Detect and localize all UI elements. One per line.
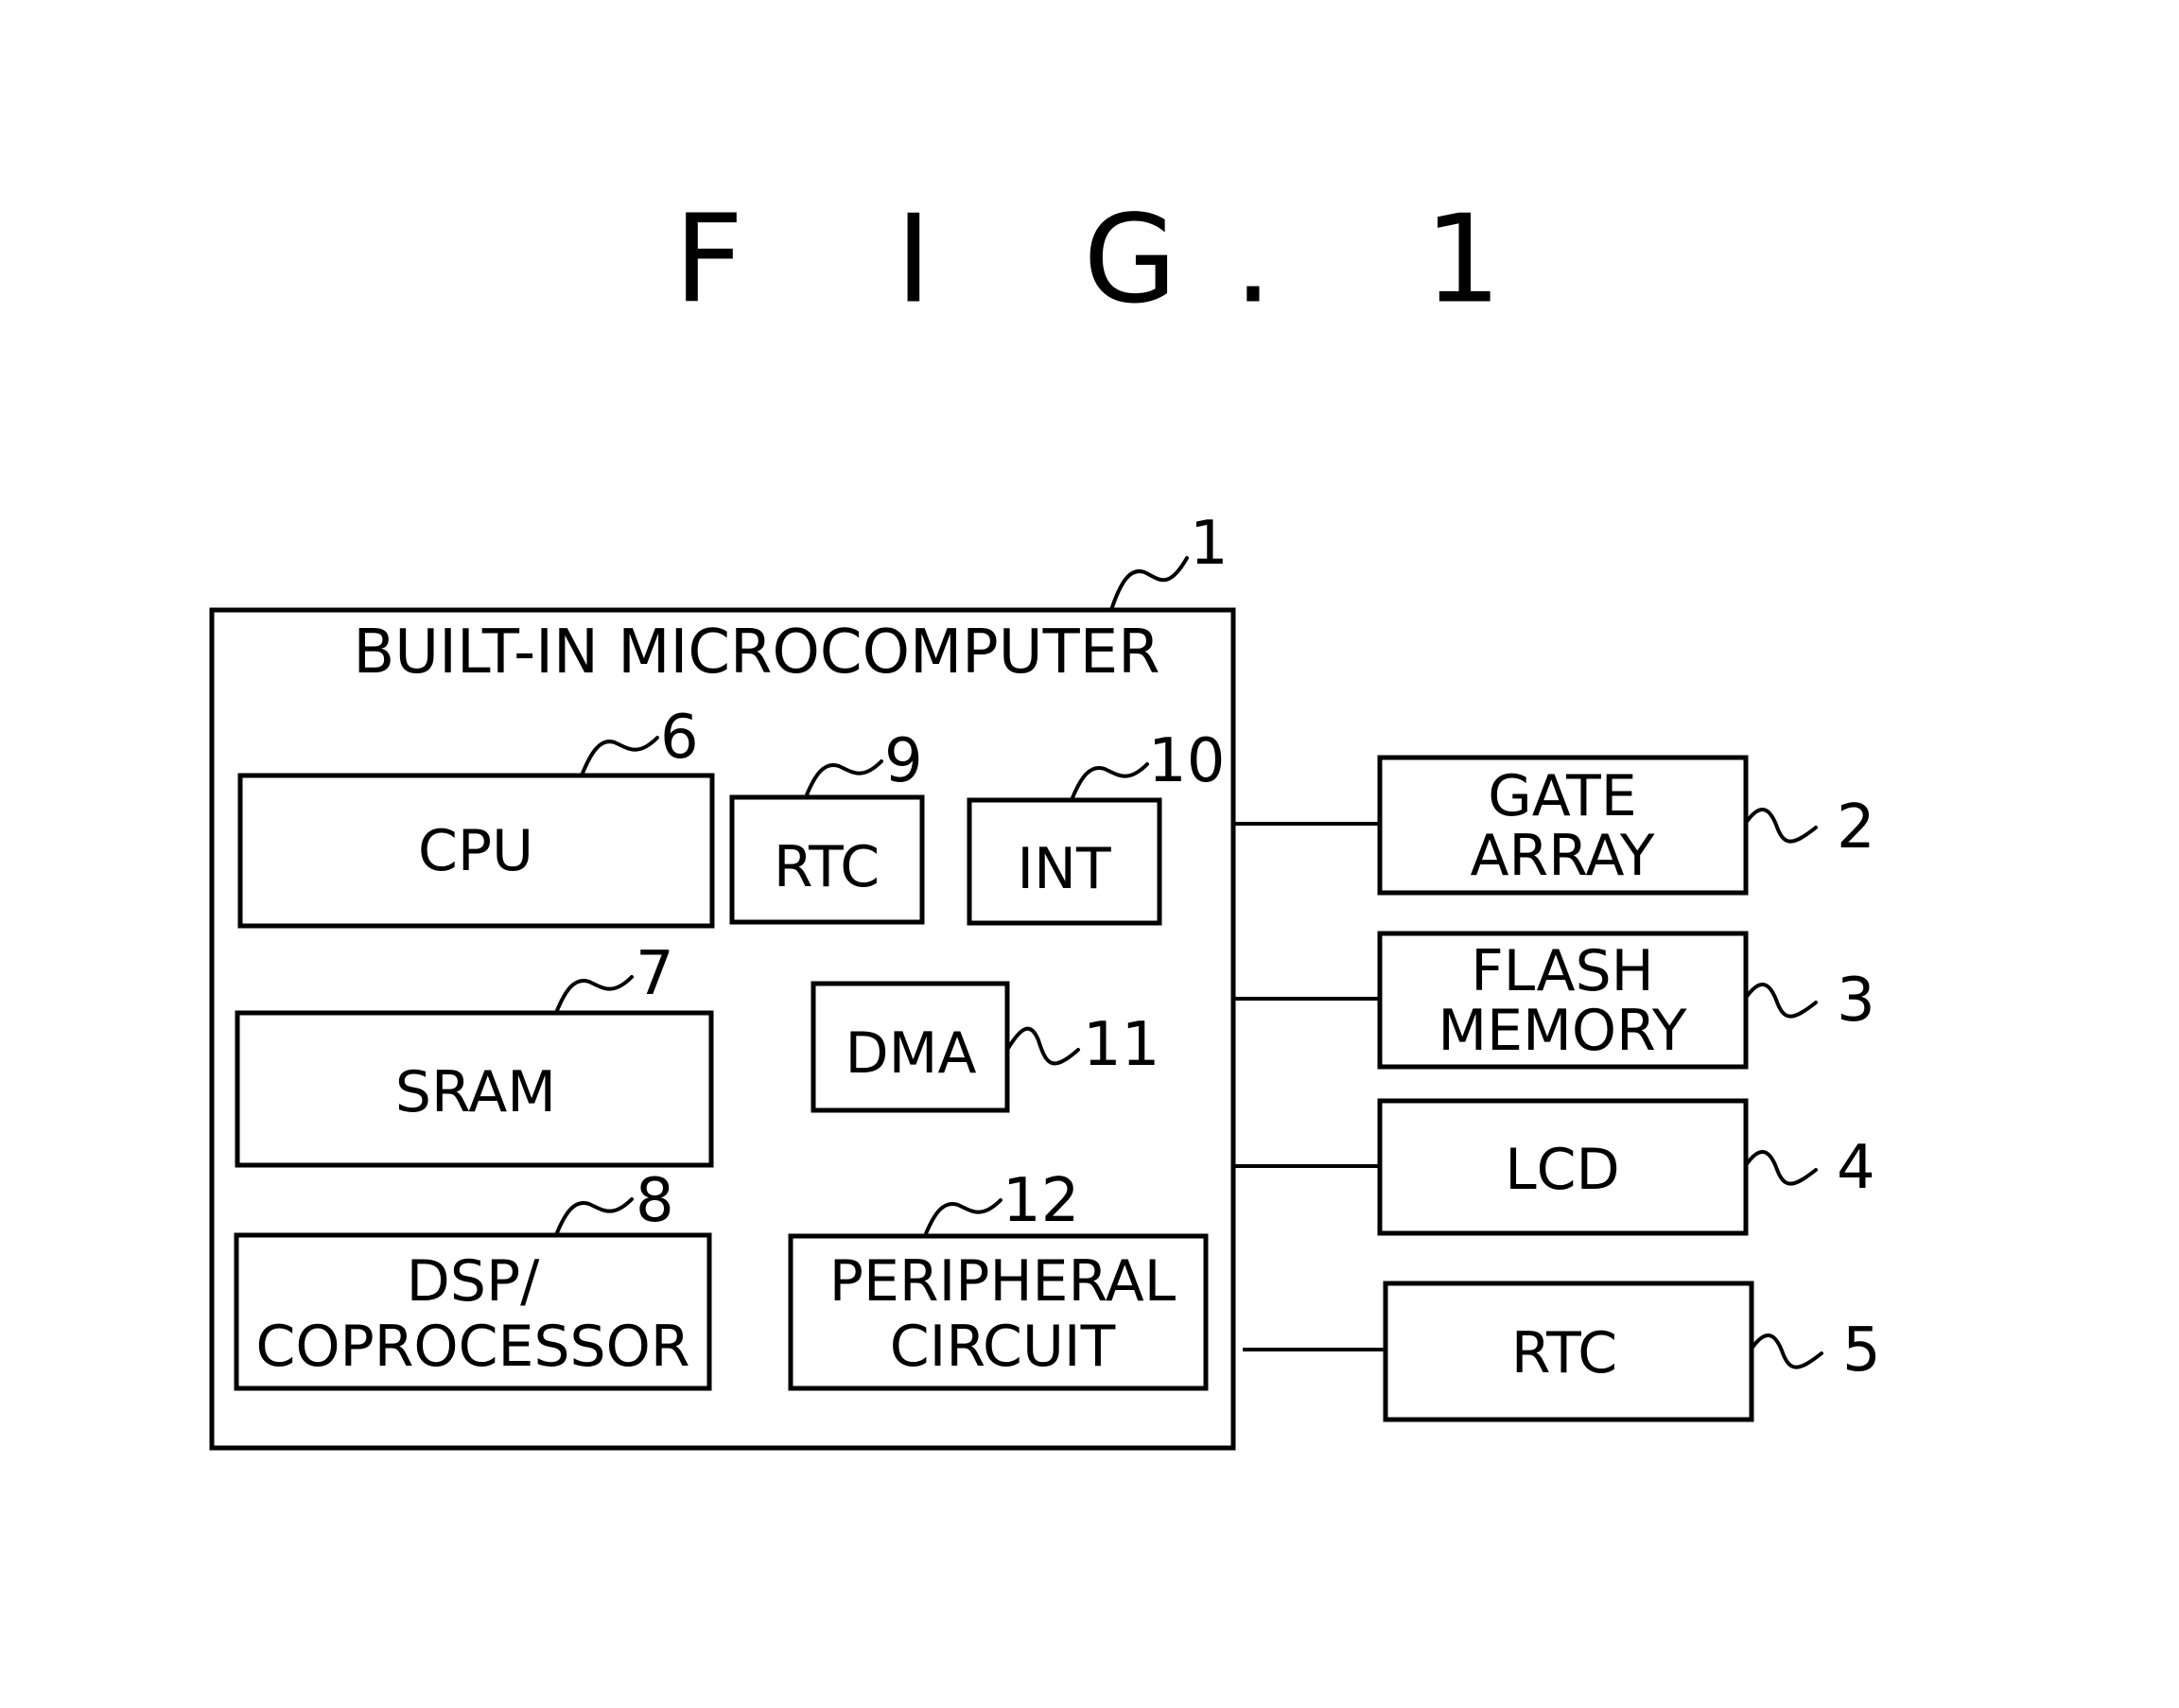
flash-memory-block: FLASH MEMORY 3 bbox=[1377, 931, 1875, 1070]
external-rtc-block: RTC 5 bbox=[1383, 1281, 1881, 1422]
flash-label-line1: FLASH bbox=[1471, 938, 1654, 1004]
external-rtc-label: RTC bbox=[1511, 1320, 1617, 1386]
lcd-label: LCD bbox=[1505, 1137, 1620, 1203]
block-diagram: F I G. 1 BUILT-IN MICROCOMPUTER 1 CPU 6 … bbox=[209, 190, 1881, 1451]
peripheral-label-line2: CIRCUIT bbox=[890, 1314, 1116, 1380]
ref-leader-2 bbox=[1744, 808, 1818, 844]
ref-numeral-12: 12 bbox=[1002, 1166, 1079, 1236]
ref-leader-4 bbox=[1744, 1150, 1818, 1186]
ref-numeral-9: 9 bbox=[884, 726, 923, 796]
ref-numeral-3: 3 bbox=[1837, 966, 1875, 1036]
peripheral-label-line1: PERIPHERAL bbox=[829, 1248, 1177, 1315]
ref-leader-5 bbox=[1750, 1333, 1823, 1369]
ref-numeral-4: 4 bbox=[1837, 1133, 1875, 1203]
lcd-block: LCD 4 bbox=[1377, 1098, 1875, 1236]
ref-leader-1 bbox=[1109, 556, 1189, 612]
ref-numeral-8: 8 bbox=[636, 1166, 674, 1236]
dma-label: DMA bbox=[845, 1020, 976, 1087]
int-label: INT bbox=[1017, 836, 1111, 902]
figure-title: F I G. 1 bbox=[674, 190, 1559, 331]
gate-array-block: GATE ARRAY 2 bbox=[1377, 755, 1875, 896]
ref-numeral-1: 1 bbox=[1190, 509, 1229, 579]
gate-array-label-line1: GATE bbox=[1488, 763, 1636, 829]
sram-label: SRAM bbox=[395, 1059, 556, 1125]
flash-label-line2: MEMORY bbox=[1438, 998, 1687, 1064]
ref-numeral-11: 11 bbox=[1083, 1010, 1159, 1080]
ref-numeral-5: 5 bbox=[1842, 1316, 1881, 1386]
cpu-label: CPU bbox=[418, 818, 533, 884]
ref-numeral-10: 10 bbox=[1148, 726, 1225, 796]
ref-numeral-6: 6 bbox=[660, 703, 699, 773]
dsp-label-line1: DSP/ bbox=[407, 1248, 540, 1315]
ref-numeral-2: 2 bbox=[1837, 793, 1875, 863]
dsp-label-line2: COPROCESSOR bbox=[255, 1314, 689, 1380]
microcomputer-label: BUILT-IN MICROCOMPUTER bbox=[353, 618, 1159, 688]
ref-numeral-7: 7 bbox=[636, 939, 674, 1009]
internal-rtc-label: RTC bbox=[774, 834, 880, 900]
ref-leader-3 bbox=[1744, 983, 1818, 1019]
gate-array-label-line2: ARRAY bbox=[1470, 823, 1654, 889]
